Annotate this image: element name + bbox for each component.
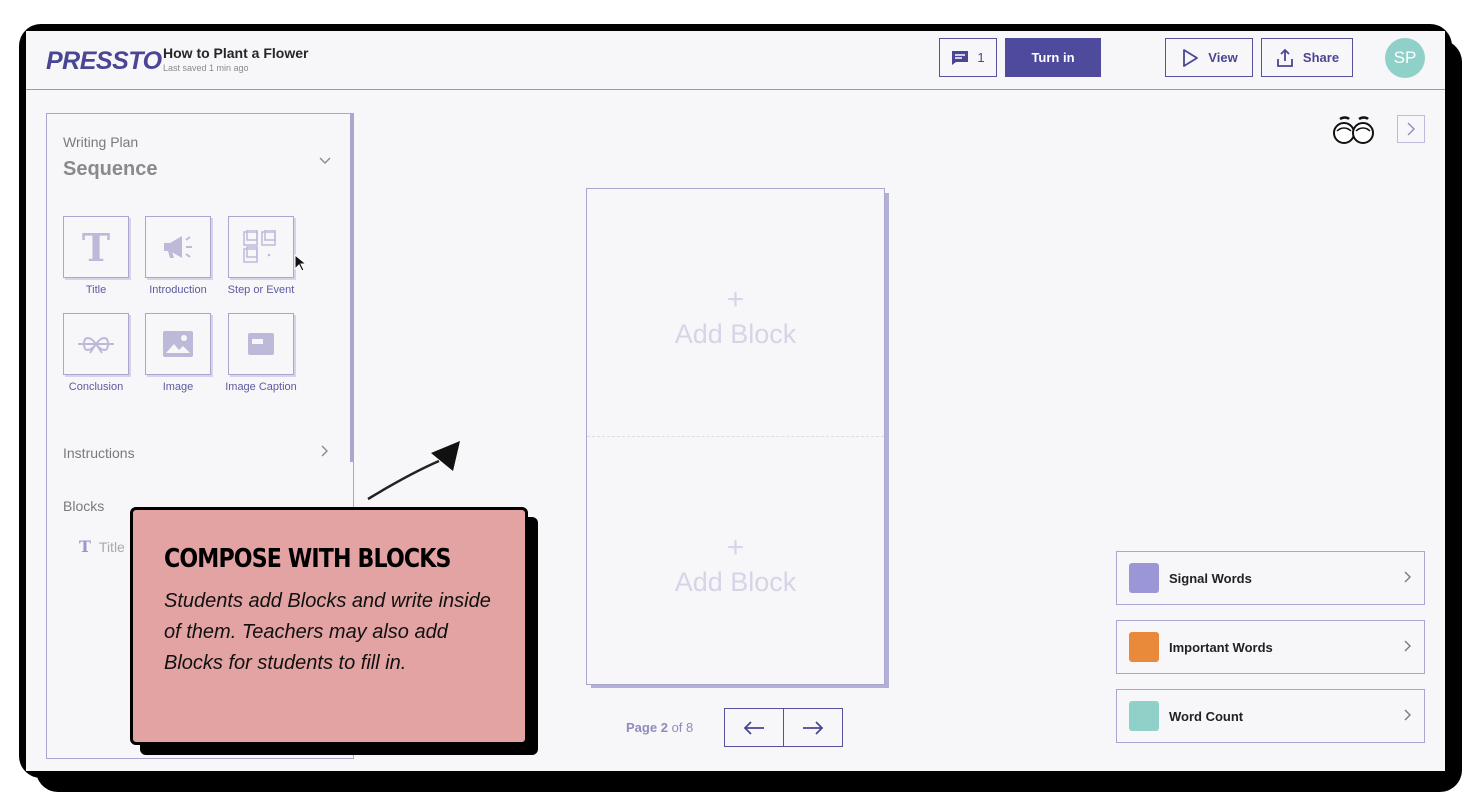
view-label: View (1208, 50, 1238, 65)
app-screen: PRESSTO How to Plant a Flower Last saved… (26, 31, 1445, 771)
expand-sidebar-button[interactable] (1397, 115, 1425, 143)
next-page-button[interactable] (783, 708, 843, 747)
instructions-section[interactable]: Instructions (63, 445, 135, 461)
title-icon: T (79, 537, 91, 556)
previous-page-button[interactable] (724, 708, 784, 747)
add-block-bottom[interactable]: + Add Block (587, 531, 884, 599)
top-bar: PRESSTO How to Plant a Flower Last saved… (26, 31, 1445, 90)
add-block-top[interactable]: + Add Block (587, 283, 884, 351)
word-count-tool[interactable]: Word Count (1116, 689, 1425, 743)
block-list-item[interactable]: T Title (79, 537, 125, 556)
word-count-label: Word Count (1169, 708, 1244, 724)
block-item-label: Title (98, 538, 125, 555)
share-icon (1277, 48, 1293, 67)
blocks-section[interactable]: Blocks (63, 498, 104, 514)
mouse-cursor-icon (294, 254, 306, 272)
tile-label-title: Title (85, 284, 107, 296)
pointer-arrow-icon (367, 441, 460, 501)
page-canvas: + Add Block + Add Block (586, 188, 885, 685)
share-button[interactable]: Share (1261, 38, 1353, 77)
chevron-right-icon (1404, 708, 1412, 724)
chevron-right-icon (1404, 570, 1412, 586)
last-saved-status: Last saved 1 min ago (163, 63, 249, 73)
chevron-down-icon[interactable] (319, 152, 331, 168)
tile-label-introduction: Introduction (149, 284, 207, 296)
add-block-label: Add Block (674, 319, 797, 349)
comments-button[interactable]: 1 (939, 38, 997, 77)
important-words-icon (1129, 632, 1159, 662)
chevron-right-icon (1407, 122, 1415, 136)
onboarding-callout: COMPOSE WITH BLOCKS Students add Blocks … (130, 507, 528, 745)
title-icon: T (81, 224, 111, 270)
tile-label-image-caption: Image Caption (225, 381, 297, 393)
arrow-right-icon (803, 720, 824, 735)
arrow-left-icon (743, 720, 764, 735)
signal-words-tool[interactable]: Signal Words (1116, 551, 1425, 605)
signal-words-label: Signal Words (1169, 570, 1252, 586)
title-block-tile[interactable]: T (63, 216, 129, 278)
turn-in-button[interactable]: Turn in (1005, 38, 1101, 77)
comment-icon (952, 50, 969, 65)
callout-title: COMPOSE WITH BLOCKS (164, 544, 451, 574)
writing-plan-label: Writing Plan (63, 134, 139, 150)
writing-plan-value[interactable]: Sequence (63, 158, 157, 181)
panel-scrollbar[interactable] (350, 114, 354, 462)
tile-label-step-or-event: Step or Event (227, 284, 295, 296)
steps-icon (243, 230, 276, 263)
play-icon (1183, 48, 1199, 67)
step-or-event-block-tile[interactable] (228, 216, 294, 278)
tile-label-image: Image (162, 381, 194, 393)
signal-words-icon (1129, 563, 1159, 593)
image-icon (163, 331, 193, 357)
conclusion-block-tile[interactable] (63, 313, 129, 375)
add-block-label: Add Block (674, 567, 797, 597)
page-label: Page (626, 720, 658, 735)
image-block-tile[interactable] (145, 313, 211, 375)
presto-logo[interactable]: PRESSTO (46, 47, 162, 76)
share-label: Share (1302, 50, 1340, 65)
view-button[interactable]: View (1165, 38, 1253, 77)
plus-icon: + (726, 283, 745, 316)
reading-glasses-icon[interactable] (1332, 114, 1376, 148)
user-avatar[interactable]: SP (1385, 38, 1425, 78)
chevron-right-icon[interactable] (321, 444, 329, 460)
block-divider (587, 436, 884, 437)
chevron-right-icon (1404, 639, 1412, 655)
ribbon-icon (78, 337, 114, 354)
page-indicator: Page 2 of 8 (626, 720, 693, 735)
page-current: 2 (660, 720, 668, 735)
megaphone-icon (164, 236, 192, 258)
document-title[interactable]: How to Plant a Flower (163, 45, 308, 61)
important-words-tool[interactable]: Important Words (1116, 620, 1425, 674)
important-words-label: Important Words (1169, 639, 1273, 655)
image-caption-block-tile[interactable] (228, 313, 294, 375)
caption-icon (248, 333, 274, 355)
comments-count: 1 (977, 50, 985, 65)
word-count-icon (1129, 701, 1159, 731)
callout-body: Students add Blocks and write inside of … (164, 590, 491, 674)
introduction-block-tile[interactable] (145, 216, 211, 278)
plus-icon: + (726, 531, 745, 564)
page-total: of 8 (671, 720, 694, 735)
tile-label-conclusion: Conclusion (68, 381, 124, 393)
